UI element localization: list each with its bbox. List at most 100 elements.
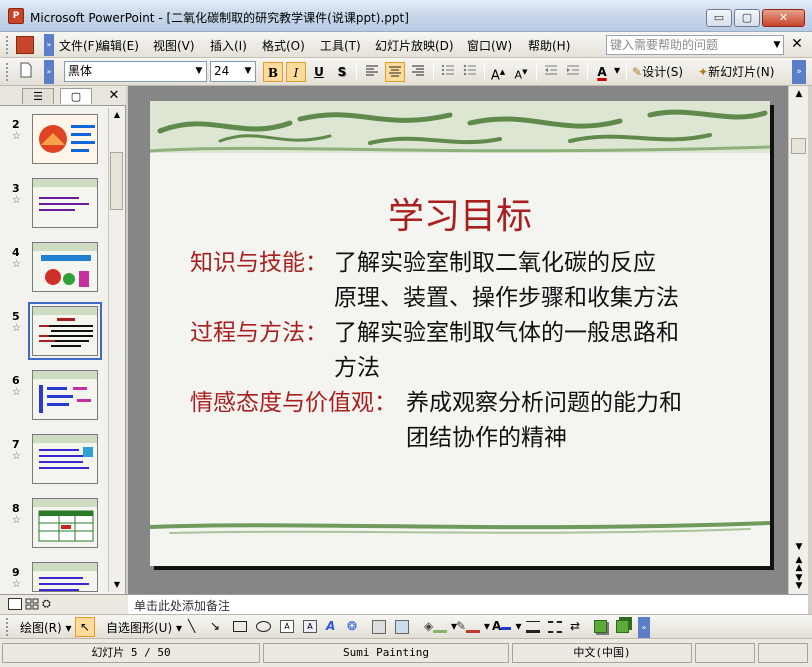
bullets-icon[interactable] [460, 62, 480, 82]
toolbar-grip[interactable] [6, 618, 12, 636]
slide-sorter-view-icon[interactable] [25, 598, 39, 610]
fill-color-icon[interactable]: ◈ ▾ [424, 619, 457, 633]
decrease-font-size-icon[interactable]: A▼ [511, 62, 531, 82]
italic-button[interactable]: I [286, 62, 306, 82]
font-color-button[interactable]: A [592, 62, 612, 82]
slide-thumbnail[interactable] [32, 434, 98, 484]
slideshow-view-icon[interactable]: ⛭ [42, 598, 56, 610]
picture-tool-icon[interactable] [395, 620, 409, 634]
rectangle-tool-icon[interactable] [233, 621, 247, 632]
slide-thumbnail-item[interactable]: 6 ☆ [12, 374, 21, 398]
slide-thumbnail-item[interactable]: 2 ☆ [12, 118, 21, 142]
slide-thumbnail[interactable] [32, 498, 98, 548]
line-tool-icon[interactable]: ╲ [188, 619, 195, 633]
clipart-tool-icon[interactable] [372, 620, 386, 634]
scroll-down-arrow-icon[interactable]: ▼ [791, 540, 807, 554]
slide-thumbnail-item[interactable]: 4 ☆ [12, 246, 21, 270]
slide-thumbnail-item[interactable]: 9 ☆ [12, 566, 21, 590]
scroll-down-arrow-icon[interactable]: ▼ [110, 578, 124, 592]
new-document-icon[interactable] [16, 62, 36, 82]
menu-file[interactable]: 文件(F) [59, 37, 99, 54]
powerpoint-app-icon[interactable]: P [8, 8, 24, 24]
scroll-up-arrow-icon[interactable]: ▲ [110, 108, 124, 122]
toolbar-options-chevron-icon[interactable]: » [44, 34, 54, 56]
menu-slideshow[interactable]: 幻灯片放映(D) [375, 37, 454, 54]
design-button[interactable]: ✎设计(S) [632, 63, 683, 80]
dash-style-icon[interactable] [548, 621, 562, 633]
minimize-button[interactable]: ▭ [706, 9, 732, 27]
slide-thumbnail-item[interactable]: 5 ☆ [12, 310, 21, 334]
toolbar-grip[interactable] [6, 36, 12, 54]
scrollbar-thumb[interactable] [110, 152, 123, 210]
shadow-button[interactable]: S [332, 62, 352, 82]
chevron-down-icon[interactable]: ▼ [192, 62, 206, 81]
chevron-down-icon[interactable]: ▼ [770, 35, 784, 55]
arrow-style-icon[interactable]: ⇄ [570, 619, 580, 633]
vertical-textbox-tool-icon[interactable]: A [303, 620, 317, 633]
3d-style-icon[interactable] [616, 620, 629, 633]
textbox-tool-icon[interactable]: A [280, 620, 294, 633]
chevron-down-icon[interactable]: ▼ [614, 66, 620, 75]
slide-text-line[interactable]: 养成观察分析问题的能力和 [406, 383, 682, 417]
line-color-icon[interactable]: ✎ ▾ [456, 619, 490, 633]
line-style-icon[interactable] [526, 621, 540, 633]
underline-button[interactable]: U [309, 62, 329, 82]
close-document-button[interactable]: ✕ [788, 36, 806, 54]
tab-outline[interactable]: ☰ [22, 88, 54, 104]
font-name-select[interactable]: 黑体 [64, 61, 207, 82]
document-icon[interactable] [16, 36, 34, 54]
scroll-up-arrow-icon[interactable]: ▲ [791, 86, 807, 102]
wordart-tool-icon[interactable]: A [326, 619, 335, 633]
menu-edit[interactable]: 编辑(E) [98, 37, 139, 54]
menu-help[interactable]: 帮助(H) [528, 37, 570, 54]
autoshapes-menu-button[interactable]: 自选图形(U) ▾ [106, 619, 182, 636]
close-panel-button[interactable]: ✕ [106, 87, 122, 105]
oval-tool-icon[interactable] [256, 621, 271, 632]
menu-view[interactable]: 视图(V) [153, 37, 195, 54]
toolbar-options-chevron-icon[interactable]: » [638, 617, 650, 639]
slide-text-line[interactable]: 了解实验室制取二氧化碳的反应 [334, 243, 656, 277]
diagram-tool-icon[interactable]: ❂ [347, 619, 357, 633]
slide-thumbnail[interactable] [32, 178, 98, 228]
toolbar-options-chevron-icon[interactable]: » [792, 60, 806, 84]
slide-label-knowledge[interactable]: 知识与技能： [190, 243, 328, 277]
toolbar-options-chevron-icon[interactable]: » [44, 60, 54, 84]
slide-thumbnail-item[interactable]: 3 ☆ [12, 182, 21, 206]
slide-thumbnail-selected[interactable] [28, 302, 102, 360]
slide-text-line[interactable]: 团结协作的精神 [406, 418, 567, 452]
slide-vertical-scrollbar[interactable]: ▲ ▼ ▲ ▲ ▼ ▼ [788, 86, 808, 594]
shadow-style-icon[interactable] [594, 620, 607, 633]
new-slide-button[interactable]: ✦新幻灯片(N) [698, 63, 774, 80]
align-left-icon[interactable] [362, 62, 382, 82]
maximize-button[interactable]: ▢ [734, 9, 760, 27]
close-window-button[interactable]: ✕ [762, 9, 805, 27]
tab-slides[interactable]: ▢ [60, 88, 92, 104]
slide-thumbnail[interactable] [32, 114, 98, 164]
slide-thumbnail[interactable] [32, 370, 98, 420]
slide-label-process[interactable]: 过程与方法： [190, 313, 328, 347]
slide-thumbnail-item[interactable]: 7 ☆ [12, 438, 21, 462]
slide-label-attitude[interactable]: 情感态度与价值观： [190, 383, 397, 417]
next-slide-icon[interactable]: ▼ ▼ [791, 574, 807, 591]
menu-window[interactable]: 窗口(W) [467, 37, 512, 54]
font-color-icon[interactable]: A ▾ [492, 619, 522, 633]
arrow-tool-icon[interactable]: ↘ [210, 619, 220, 633]
menu-insert[interactable]: 插入(I) [210, 37, 247, 54]
slide-title[interactable]: 学习目标 [150, 187, 770, 239]
chevron-down-icon[interactable]: ▼ [241, 62, 255, 81]
select-pointer-icon[interactable]: ↖ [75, 617, 95, 637]
align-right-icon[interactable] [408, 62, 428, 82]
menu-format[interactable]: 格式(O) [262, 37, 305, 54]
slide-text-line[interactable]: 了解实验室制取气体的一般思路和 [334, 313, 679, 347]
bold-button[interactable]: B [263, 62, 283, 82]
help-search-input[interactable]: 键入需要帮助的问题 [606, 35, 784, 55]
slide-thumbnail[interactable] [32, 242, 98, 292]
previous-slide-icon[interactable]: ▲ ▲ [791, 556, 807, 573]
slide-thumbnail-item[interactable]: 8 ☆ [12, 502, 21, 526]
slide-text-line[interactable]: 原理、装置、操作步骤和收集方法 [334, 278, 679, 312]
slide-thumbnail[interactable] [32, 562, 98, 592]
draw-menu-button[interactable]: 绘图(R) ▾ [20, 619, 72, 636]
increase-font-size-icon[interactable]: A▲ [488, 62, 508, 83]
normal-view-icon[interactable] [8, 598, 22, 610]
increase-indent-icon[interactable] [563, 62, 583, 82]
